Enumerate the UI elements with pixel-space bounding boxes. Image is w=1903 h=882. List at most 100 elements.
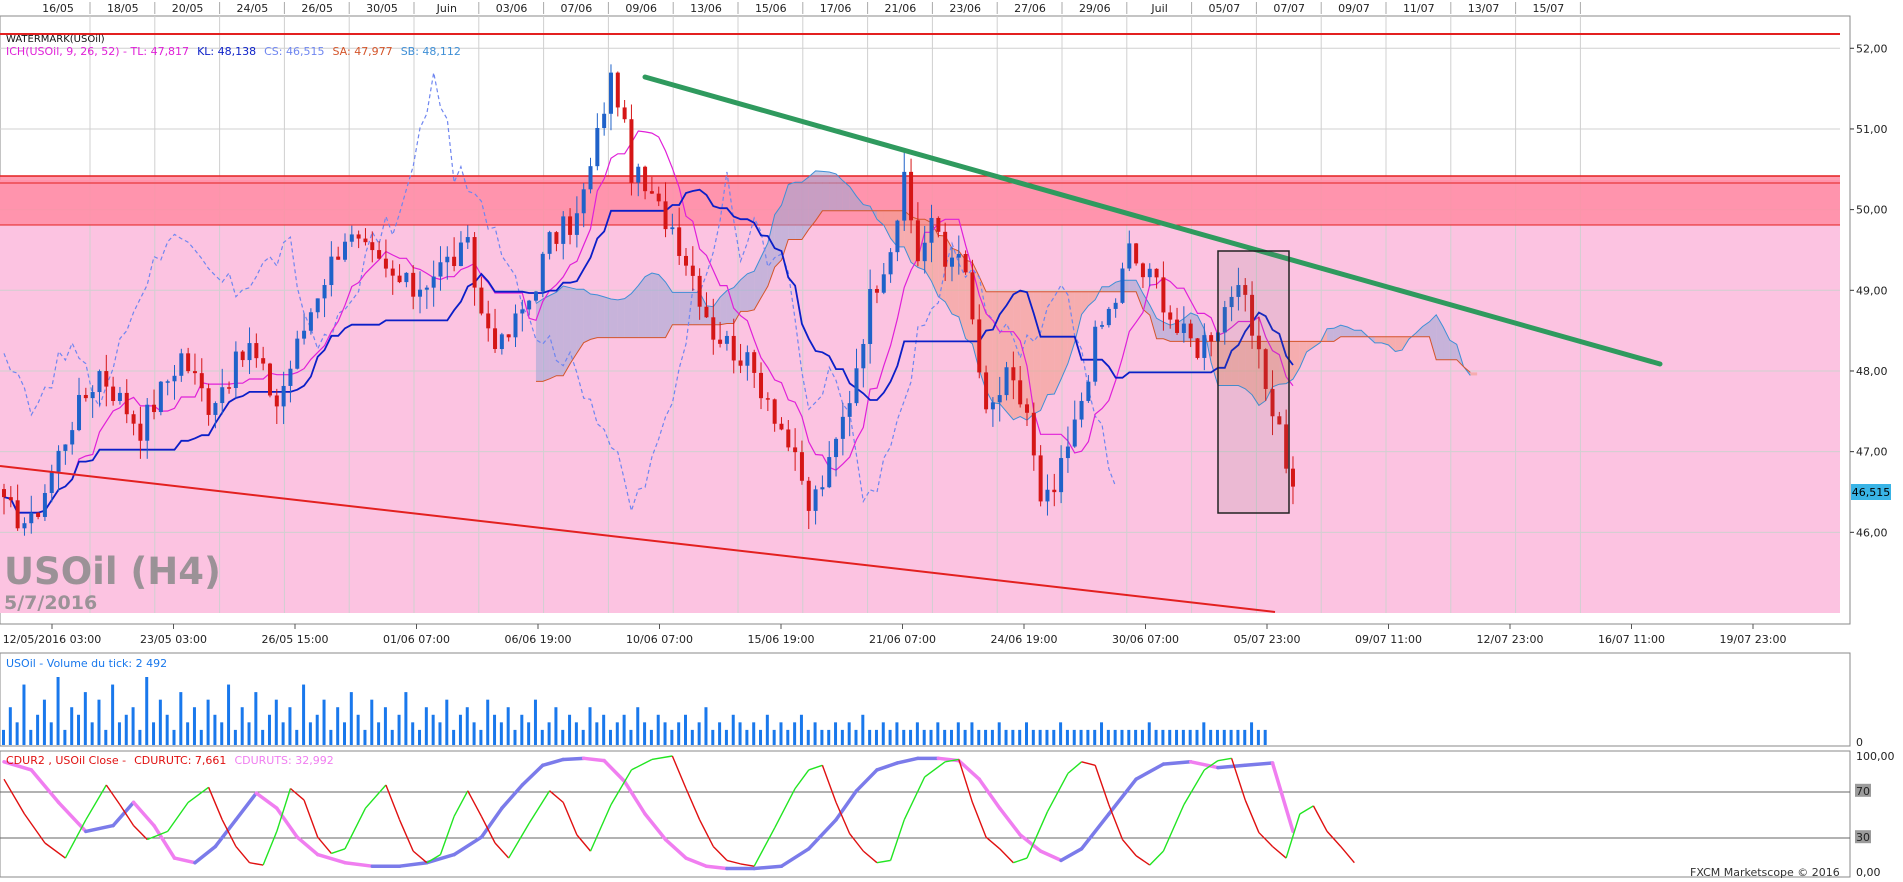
volume-bar [663, 722, 667, 745]
volume-bar [254, 692, 258, 745]
bottom-axis-label: 21/06 07:00 [869, 633, 936, 646]
cloud-segment [645, 272, 652, 338]
candle-body [452, 256, 457, 267]
candle-body [329, 256, 334, 286]
candle-body [834, 438, 839, 458]
top-axis-label: 07/06 [561, 2, 593, 15]
candle-body [615, 72, 620, 108]
bottom-axis-label: 16/07 11:00 [1598, 633, 1665, 646]
volume-bar [29, 729, 33, 745]
candle-body [806, 480, 811, 511]
top-axis-label: Juin [436, 2, 457, 15]
volume-bar [697, 722, 701, 745]
candle-body [83, 394, 88, 399]
candle-body [622, 107, 627, 120]
volume-bar [602, 714, 606, 745]
volume-bar [1236, 729, 1240, 745]
cdur-oscillator-panel[interactable]: CDUR2 , USOil Close - CDURUTC: 7,661 CDURU… [0, 750, 1895, 879]
cloud-segment [1047, 291, 1055, 395]
volume-bar [186, 722, 190, 745]
volume-bar [615, 722, 619, 745]
volume-bar [1147, 722, 1151, 745]
volume-bar [397, 714, 401, 745]
volume-bar [131, 707, 135, 745]
cloud-segment [829, 171, 837, 211]
volume-bar [411, 722, 415, 745]
top-axis-label: 03/06 [496, 2, 528, 15]
candle-body [274, 395, 279, 407]
price-axis-label: 47,00 [1856, 446, 1888, 459]
cloud-segment [1033, 291, 1041, 414]
volume-bar [77, 714, 81, 745]
price-axis-label: 46,00 [1856, 526, 1888, 539]
candle-body [820, 487, 825, 490]
highlight-box[interactable] [1217, 250, 1290, 514]
volume-bar [1031, 729, 1035, 745]
candle-body [486, 313, 491, 329]
volume-bar [1045, 729, 1049, 745]
volume-bar [779, 722, 783, 745]
volume-bar [588, 707, 592, 745]
candle-body [711, 317, 716, 340]
volume-bar [486, 699, 490, 745]
volume-bar [1134, 729, 1138, 745]
volume-bar [984, 729, 988, 745]
candle-body [1181, 323, 1186, 333]
candle-body [220, 387, 225, 404]
cloud-segment [590, 294, 598, 340]
cloud-segment [583, 289, 591, 343]
candle-body [595, 127, 600, 167]
volume-bar [1168, 729, 1172, 745]
volume-bar [711, 729, 715, 745]
volume-bar [424, 707, 428, 745]
volume-bar [1161, 729, 1165, 745]
candle-body [656, 193, 661, 202]
volume-bar [158, 699, 162, 745]
candle-body [649, 191, 654, 194]
candle-body [22, 523, 27, 529]
candle-body [704, 306, 709, 318]
candle-body [513, 313, 518, 338]
candle-body [561, 216, 566, 244]
candle-body [1038, 455, 1043, 502]
volume-bar [643, 722, 647, 745]
candle-body [213, 403, 218, 415]
volume-bar [1065, 729, 1069, 745]
candle-body [827, 457, 832, 488]
candle-body [152, 404, 157, 413]
volume-bar [745, 729, 749, 745]
cdur-slow-segment [1243, 761, 1275, 768]
volume-bar [949, 729, 953, 745]
price-panel[interactable]: WATERMARK(USOil) ICH(USOil, 9, 26, 52) -… [0, 15, 1891, 625]
volume-panel[interactable]: USOil - Volume du tick: 2 492 0 [0, 652, 1863, 749]
candle-body [608, 72, 613, 114]
cloud-segment [747, 271, 755, 312]
volume-bar [574, 722, 578, 745]
cloud-segment [1040, 291, 1048, 411]
candle-body [1290, 468, 1295, 487]
volume-bar [472, 722, 476, 745]
candle-body [861, 343, 866, 369]
candle-body [1093, 326, 1098, 382]
volume-label: USOil - Volume du tick: 2 492 [6, 657, 167, 670]
volume-bar [349, 692, 353, 745]
bottom-axis-label: 12/07 23:00 [1477, 633, 1544, 646]
bottom-axis-label: 06/06 19:00 [505, 633, 572, 646]
volume-bar [172, 729, 176, 745]
volume-bar [540, 729, 544, 745]
candle-body [42, 492, 47, 517]
volume-bar [834, 722, 838, 745]
candle-body [90, 392, 95, 399]
volume-bar [956, 722, 960, 745]
cdur-slow-segment [704, 864, 729, 871]
volume-bar [581, 729, 585, 745]
volume-bar [561, 729, 565, 745]
candle-body [922, 242, 927, 262]
volume-bar [909, 729, 913, 745]
candle-body [977, 319, 982, 373]
volume-bar [267, 714, 271, 745]
volume-bar [847, 722, 851, 745]
volume-bar [1229, 729, 1233, 745]
cdur-slow-segment [1161, 760, 1193, 766]
candle-body [356, 234, 361, 239]
